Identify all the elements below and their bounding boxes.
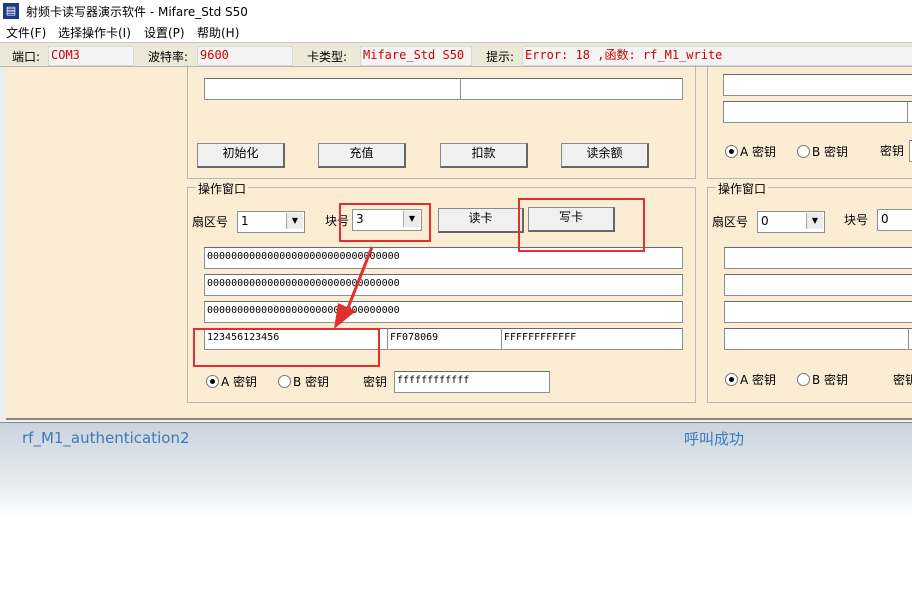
right-block-label: 块号: [844, 213, 869, 227]
card-type-value: Mifare_Std S50: [360, 46, 472, 66]
menu-help[interactable]: 帮助(H): [197, 24, 239, 41]
recharge-button[interactable]: 充值: [318, 143, 406, 168]
right-row-1[interactable]: [724, 274, 912, 296]
log-function-name: rf_M1_authentication2: [22, 429, 190, 447]
right-row-2[interactable]: [724, 301, 912, 323]
right-field-2[interactable]: [723, 101, 909, 123]
log-area: rf_M1_authentication2 呼叫成功: [0, 422, 912, 615]
right-op-radio-a-label: A 密钥: [740, 373, 777, 387]
sector-label: 扇区号: [192, 215, 229, 229]
key-input[interactable]: ffffffffffff: [394, 371, 550, 393]
hint-label: 提示:: [486, 50, 515, 64]
key-b-field[interactable]: FFFFFFFFFFFF: [501, 328, 683, 350]
init-button[interactable]: 初始化: [197, 143, 285, 168]
side-strip: [0, 67, 6, 420]
menu-select-card[interactable]: 选择操作卡(I): [58, 24, 131, 41]
right-block-value: 0: [881, 212, 889, 226]
port-label: 端口:: [12, 50, 41, 64]
read-card-button[interactable]: 读卡: [438, 208, 524, 233]
highlight-block-select: [339, 203, 431, 242]
log-result: 呼叫成功: [684, 430, 745, 448]
right-radio-b-label: B 密钥: [812, 145, 849, 159]
op-window-title: 操作窗口: [196, 180, 249, 197]
right-row-0[interactable]: [724, 247, 912, 269]
right-field-1[interactable]: [723, 74, 912, 96]
right-op-window-title: 操作窗口: [716, 180, 769, 197]
balance-field-2[interactable]: [460, 78, 683, 100]
status-bar: 端口: COM3 波特率: 9600 卡类型: Mifare_Std S50 提…: [0, 42, 912, 67]
block-data-row-2[interactable]: 00000000000000000000000000000000: [204, 301, 683, 323]
main-panel: 初始化 充值 扣款 读余额 操作窗口 扇区号 1 ▼ 块号 3 ▼ 读卡 写卡 …: [0, 65, 912, 420]
radio-key-b-label: B 密钥: [293, 375, 330, 389]
radio-key-a-label: A 密钥: [221, 375, 258, 389]
right-row-3b[interactable]: [908, 328, 912, 350]
menu-bar: 文件(F) 选择操作卡(I) 设置(P) 帮助(H): [0, 22, 912, 42]
chevron-down-icon: ▼: [286, 213, 303, 229]
port-value: COM3: [48, 46, 134, 66]
menu-settings[interactable]: 设置(P): [144, 24, 185, 41]
deduct-button[interactable]: 扣款: [440, 143, 528, 168]
radio-key-a[interactable]: [206, 375, 219, 388]
right-radio-a-label: A 密钥: [740, 145, 777, 159]
right-block-select[interactable]: 0: [877, 209, 912, 231]
right-op-radio-key-b[interactable]: [797, 373, 810, 386]
right-op-radio-key-a[interactable]: [725, 373, 738, 386]
baud-label: 波特率:: [148, 50, 189, 64]
right-sector-value: 0: [761, 214, 769, 228]
right-op-radio-b-label: B 密钥: [812, 373, 849, 387]
right-field-3[interactable]: [907, 101, 912, 123]
right-radio-key-b[interactable]: [797, 145, 810, 158]
right-radio-key-a[interactable]: [725, 145, 738, 158]
title-bar: ▤ 射频卡读写器演示软件 - Mifare_Std S50: [0, 0, 912, 22]
access-bits-field[interactable]: FF078069: [387, 328, 502, 350]
sector-value: 1: [241, 214, 249, 228]
chevron-down-icon: ▼: [806, 213, 823, 229]
balance-field-1[interactable]: [204, 78, 462, 100]
menu-file[interactable]: 文件(F): [6, 24, 46, 41]
read-balance-button[interactable]: 读余额: [561, 143, 649, 168]
window-title: 射频卡读写器演示软件 - Mifare_Std S50: [26, 5, 248, 19]
right-op-key-label: 密钥: [893, 373, 912, 387]
key-label: 密钥: [363, 375, 388, 389]
right-sector-label: 扇区号: [712, 215, 749, 229]
right-key-label: 密钥: [880, 144, 905, 158]
hint-value: Error: 18 ,函数: rf_M1_write: [522, 46, 912, 66]
card-type-label: 卡类型:: [307, 50, 348, 64]
right-sector-select[interactable]: 0 ▼: [757, 211, 825, 233]
baud-value: 9600: [197, 46, 293, 66]
right-row-3[interactable]: [724, 328, 909, 350]
radio-key-b[interactable]: [278, 375, 291, 388]
highlight-key-a-field: [193, 328, 380, 367]
sector-select[interactable]: 1 ▼: [237, 211, 305, 233]
app-icon: ▤: [3, 3, 19, 19]
block-data-row-1[interactable]: 00000000000000000000000000000000: [204, 274, 683, 296]
highlight-write-button: [518, 198, 645, 252]
